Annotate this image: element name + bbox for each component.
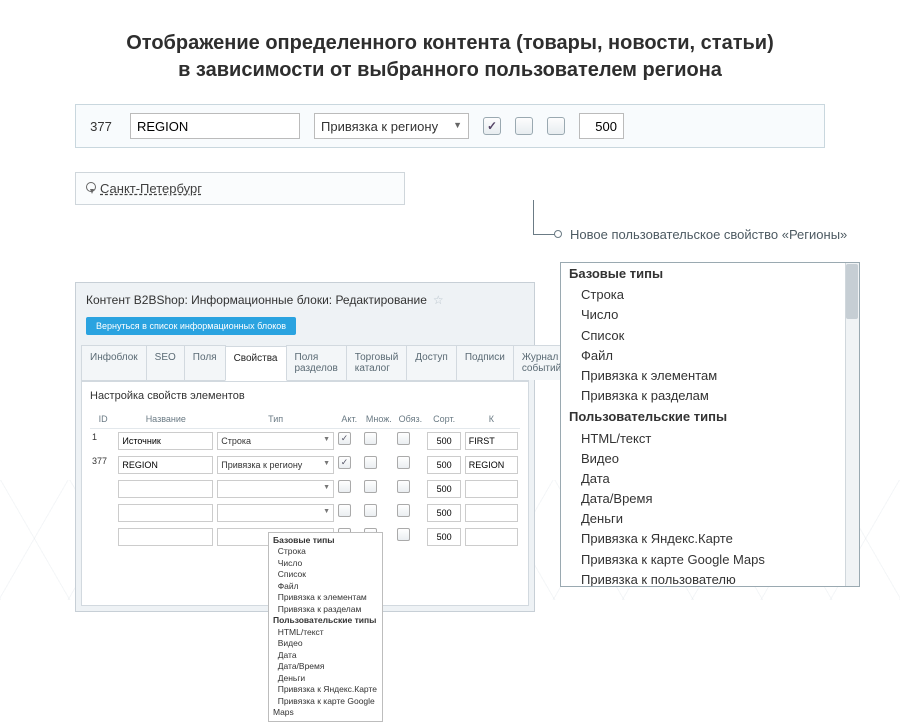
row-req-cb[interactable] xyxy=(397,504,410,517)
row-type-select[interactable] xyxy=(217,504,334,522)
column-header: Обяз. xyxy=(395,410,425,429)
column-header: Тип xyxy=(215,410,336,429)
row-active-cb[interactable] xyxy=(338,456,351,469)
column-header: Множ. xyxy=(362,410,395,429)
row-sort-input[interactable] xyxy=(427,480,460,498)
row-code-input[interactable] xyxy=(465,504,518,522)
dropdown-option[interactable]: Дата/Время xyxy=(561,489,859,509)
dropdown-option[interactable]: Строка xyxy=(561,285,859,305)
back-button[interactable]: Вернуться в список информационных блоков xyxy=(86,317,296,335)
breadcrumb: Контент B2BShop: Информационные блоки: Р… xyxy=(86,293,427,307)
row-name-input[interactable] xyxy=(118,456,213,474)
scrollbar-thumb[interactable] xyxy=(846,264,858,319)
column-header: Название xyxy=(116,410,215,429)
row-name-input[interactable] xyxy=(118,504,213,522)
dropdown-option[interactable]: Привязка к пользователю xyxy=(561,570,859,587)
row-code-input[interactable] xyxy=(465,528,518,546)
dropdown-option[interactable]: Привязка к разделам xyxy=(561,386,859,406)
scrollbar[interactable] xyxy=(845,263,859,586)
row-name-input[interactable] xyxy=(118,432,213,450)
type-select-value: Привязка к региону xyxy=(321,119,438,134)
row-sort-input[interactable] xyxy=(427,528,460,546)
row-req-cb[interactable] xyxy=(397,480,410,493)
active-checkbox[interactable] xyxy=(483,117,501,135)
table-row: 377Привязка к региону xyxy=(90,453,520,477)
dropdown-option[interactable]: Видео xyxy=(561,449,859,469)
map-pin-icon xyxy=(86,182,96,196)
tab-подписи[interactable]: Подписи xyxy=(456,345,514,380)
row-id: 377 xyxy=(86,119,116,134)
table-row: 1Строка xyxy=(90,429,520,454)
row-sort-input[interactable] xyxy=(427,432,460,450)
city-name: Санкт-Петербург xyxy=(100,181,202,196)
properties-table: IDНазваниеТипАкт.Множ.Обяз.Сорт.К 1Строк… xyxy=(90,410,520,549)
connector-dot xyxy=(554,230,562,238)
dropdown-option[interactable]: Дата xyxy=(561,469,859,489)
tab-поля[interactable]: Поля xyxy=(184,345,226,380)
row-active-cb[interactable] xyxy=(338,432,351,445)
name-input[interactable] xyxy=(130,113,300,139)
row-type-select[interactable]: Привязка к региону xyxy=(217,456,334,474)
row-mult-cb[interactable] xyxy=(364,480,377,493)
dropdown-option[interactable]: Привязка к карте Google Maps xyxy=(561,550,859,570)
property-row: 377 Привязка к региону xyxy=(75,104,825,148)
tab-seo[interactable]: SEO xyxy=(146,345,185,380)
option-group: Пользовательские типы xyxy=(561,406,859,428)
mini-type-dropdown[interactable]: Базовые типы Строка Число Список Файл Пр… xyxy=(268,532,383,722)
row-req-cb[interactable] xyxy=(397,432,410,445)
type-select[interactable]: Привязка к региону xyxy=(314,113,469,139)
tab-свойства[interactable]: Свойства xyxy=(225,346,287,381)
option-group: Базовые типы xyxy=(561,263,859,285)
table-row xyxy=(90,477,520,501)
callout-text: Новое пользовательское свойство «Регионы… xyxy=(570,227,847,242)
row-active-cb[interactable] xyxy=(338,504,351,517)
required-checkbox[interactable] xyxy=(547,117,565,135)
dropdown-option[interactable]: Файл xyxy=(561,346,859,366)
type-dropdown-list[interactable]: Базовые типыСтрокаЧислоСписокФайлПривязк… xyxy=(560,262,860,587)
column-header: К xyxy=(463,410,520,429)
dropdown-option[interactable]: Привязка к элементам xyxy=(561,366,859,386)
tab-инфоблок[interactable]: Инфоблок xyxy=(81,345,147,380)
row-name-input[interactable] xyxy=(118,528,213,546)
row-code-input[interactable] xyxy=(465,432,518,450)
column-header: ID xyxy=(90,410,116,429)
row-req-cb[interactable] xyxy=(397,528,410,541)
tab-поля разделов[interactable]: Поля разделов xyxy=(286,345,347,380)
star-icon[interactable]: ☆ xyxy=(433,293,444,307)
row-sort-input[interactable] xyxy=(427,456,460,474)
dropdown-option[interactable]: Список xyxy=(561,326,859,346)
column-header: Сорт. xyxy=(425,410,462,429)
tab-торговый каталог[interactable]: Торговый каталог xyxy=(346,345,408,380)
row-code-input[interactable] xyxy=(465,480,518,498)
row-name-input[interactable] xyxy=(118,480,213,498)
sort-input[interactable] xyxy=(579,113,624,139)
row-mult-cb[interactable] xyxy=(364,432,377,445)
admin-tabs: ИнфоблокSEOПоляСвойстваПоля разделовТорг… xyxy=(81,345,529,381)
tab-доступ[interactable]: Доступ xyxy=(406,345,457,380)
row-code-input[interactable] xyxy=(465,456,518,474)
row-sort-input[interactable] xyxy=(427,504,460,522)
city-selector[interactable]: Санкт-Петербург xyxy=(75,172,405,205)
dropdown-option[interactable]: Деньги xyxy=(561,509,859,529)
multiple-checkbox[interactable] xyxy=(515,117,533,135)
column-header: Акт. xyxy=(336,410,362,429)
connector-line xyxy=(533,200,534,234)
row-active-cb[interactable] xyxy=(338,480,351,493)
page-title: Отображение определенного контента (това… xyxy=(0,0,900,104)
row-mult-cb[interactable] xyxy=(364,504,377,517)
row-mult-cb[interactable] xyxy=(364,456,377,469)
table-row xyxy=(90,501,520,525)
row-req-cb[interactable] xyxy=(397,456,410,469)
panel-title: Настройка свойств элементов xyxy=(90,390,520,402)
row-type-select[interactable] xyxy=(217,480,334,498)
admin-panel: Контент B2BShop: Информационные блоки: Р… xyxy=(75,282,535,612)
dropdown-option[interactable]: HTML/текст xyxy=(561,429,859,449)
dropdown-option[interactable]: Привязка к Яндекс.Карте xyxy=(561,529,859,549)
row-type-select[interactable]: Строка xyxy=(217,432,334,450)
dropdown-option[interactable]: Число xyxy=(561,305,859,325)
